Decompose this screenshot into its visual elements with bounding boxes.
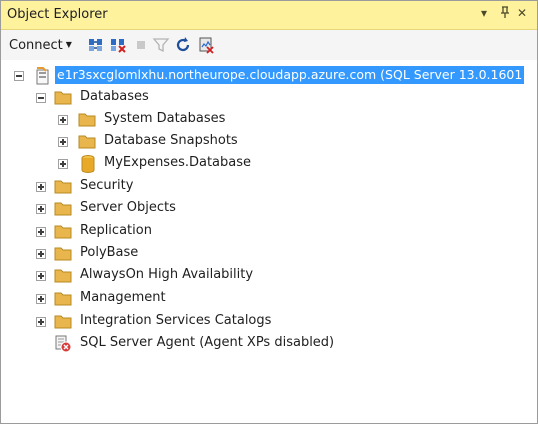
- disconnect-icon[interactable]: [109, 36, 127, 54]
- expand-icon[interactable]: [36, 271, 46, 281]
- folder-icon: [54, 247, 72, 261]
- folder-icon: [54, 91, 72, 105]
- tree-item-label: Replication: [80, 223, 152, 238]
- stop-icon: [137, 41, 145, 49]
- tree-item-label: PolyBase: [80, 245, 139, 260]
- tree-item-server[interactable]: e1r3sxcglomlxhu.northeurope.cloudapp.azu…: [1, 65, 537, 87]
- expand-icon[interactable]: [36, 249, 46, 259]
- close-icon[interactable]: ✕: [517, 6, 527, 20]
- server-icon: [36, 67, 49, 85]
- folder-icon: [54, 225, 72, 239]
- tree-item-database-snapshots[interactable]: Database Snapshots: [1, 131, 537, 153]
- refresh-icon[interactable]: [174, 36, 192, 54]
- activity-monitor-icon[interactable]: [197, 36, 215, 54]
- tree-item-alwayson[interactable]: AlwaysOn High Availability: [1, 265, 537, 287]
- expand-icon[interactable]: [36, 294, 46, 304]
- connect-label: Connect: [9, 38, 63, 53]
- chevron-down-icon: ▼: [65, 40, 72, 49]
- tree-item-label: System Databases: [104, 111, 226, 126]
- expand-icon[interactable]: [58, 115, 68, 125]
- tree-item-label: Server Objects: [80, 200, 176, 215]
- tree-item-management[interactable]: Management: [1, 288, 537, 310]
- filter-icon: [152, 38, 170, 53]
- connect-button[interactable]: Connect ▼: [9, 38, 72, 53]
- tree-item-label: Database Snapshots: [104, 133, 238, 148]
- tree-item-security[interactable]: Security: [1, 176, 537, 198]
- tree-item-label: Security: [80, 178, 134, 193]
- collapse-icon[interactable]: [36, 93, 46, 103]
- sql-agent-icon: [55, 335, 72, 353]
- server-label: e1r3sxcglomlxhu.northeurope.cloudapp.azu…: [55, 66, 525, 84]
- tree-item-myexpenses-database[interactable]: MyExpenses.Database: [1, 153, 537, 175]
- window-position-dropdown-icon[interactable]: ▾: [481, 6, 487, 20]
- panel-title: Object Explorer: [7, 7, 108, 22]
- database-icon: [81, 155, 95, 173]
- expand-icon[interactable]: [36, 317, 46, 327]
- folder-icon: [54, 202, 72, 216]
- collapse-icon[interactable]: [14, 71, 24, 81]
- folder-icon: [54, 180, 72, 194]
- expand-icon[interactable]: [36, 204, 46, 214]
- tree-item-label: SQL Server Agent (Agent XPs disabled): [80, 335, 335, 350]
- tree-item-integration-services[interactable]: Integration Services Catalogs: [1, 311, 537, 333]
- folder-icon: [54, 292, 72, 306]
- expand-icon[interactable]: [58, 137, 68, 147]
- tree-item-polybase[interactable]: PolyBase: [1, 243, 537, 265]
- object-explorer-panel: Object Explorer ▾ ✕ Connect ▼ e1r3sxcglo…: [0, 0, 538, 424]
- folder-icon: [54, 315, 72, 329]
- folder-icon: [54, 269, 72, 283]
- tree-item-label: Databases: [80, 89, 149, 104]
- tree-item-label: AlwaysOn High Availability: [80, 267, 254, 282]
- connect-icon[interactable]: [87, 36, 105, 54]
- folder-icon: [78, 113, 96, 127]
- tree-item-label: Integration Services Catalogs: [80, 313, 272, 328]
- tree-item-server-objects[interactable]: Server Objects: [1, 198, 537, 220]
- title-bar: Object Explorer ▾ ✕: [1, 1, 537, 30]
- tree-item-sql-server-agent[interactable]: SQL Server Agent (Agent XPs disabled): [1, 333, 537, 355]
- folder-icon: [78, 135, 96, 149]
- tree-item-label: Management: [80, 290, 166, 305]
- pin-icon[interactable]: [500, 6, 510, 21]
- tree-item-databases[interactable]: Databases: [1, 87, 537, 109]
- tree-item-replication[interactable]: Replication: [1, 221, 537, 243]
- expand-icon[interactable]: [58, 159, 68, 169]
- toolbar: Connect ▼: [1, 30, 537, 60]
- tree-item-system-databases[interactable]: System Databases: [1, 109, 537, 131]
- expand-icon[interactable]: [36, 182, 46, 192]
- expand-icon[interactable]: [36, 227, 46, 237]
- tree-item-label: MyExpenses.Database: [104, 155, 252, 170]
